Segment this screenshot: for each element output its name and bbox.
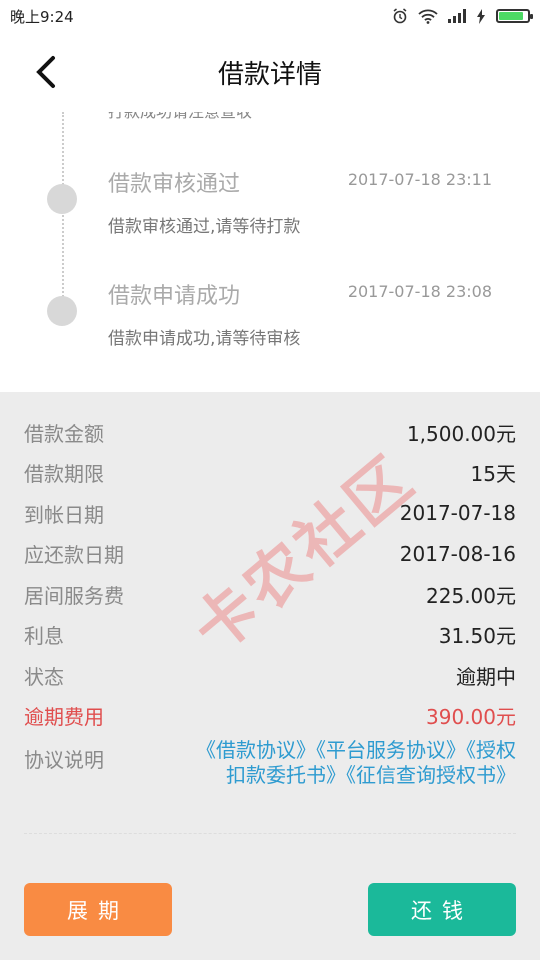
app-header: 借款详情 — [0, 32, 540, 112]
wifi-icon — [418, 9, 438, 24]
timeline-dot — [47, 296, 77, 326]
timeline-item: 借款审核通过 2017-07-18 23:11 借款审核通过,请等待打款 — [0, 152, 540, 252]
battery-icon — [496, 9, 533, 23]
status-bar: 晚上9:24 — [0, 0, 540, 32]
detail-label: 逾期费用 — [24, 705, 104, 730]
detail-value: 31.50元 — [438, 624, 516, 649]
timeline-item-time: 2017-07-18 23:11 — [347, 170, 492, 189]
detail-label: 到帐日期 — [24, 502, 104, 527]
detail-label: 借款期限 — [24, 462, 104, 487]
signal-icon — [448, 9, 466, 23]
detail-label: 状态 — [24, 664, 64, 689]
overdue-fee-value: 390.00元 — [426, 705, 516, 730]
detail-value: 1,500.00元 — [406, 421, 516, 446]
charging-icon — [477, 8, 485, 24]
detail-label: 居间服务费 — [24, 583, 124, 608]
back-button[interactable] — [26, 50, 66, 94]
detail-row-term: 借款期限 15天 — [24, 453, 516, 494]
detail-value: 2017-07-18 — [399, 501, 516, 526]
divider — [24, 833, 516, 834]
detail-row-overdue-fee: 逾期费用 390.00元 — [24, 696, 516, 737]
detail-value: 2017-08-16 — [399, 541, 516, 566]
detail-row-arrival-date: 到帐日期 2017-07-18 — [24, 493, 516, 534]
detail-row-status: 状态 逾期中 — [24, 655, 516, 696]
agreement-links: 《借款协议》《平台服务协议》《授权扣款委托书》《征信查询授权书》 — [196, 738, 516, 788]
status-time: 晚上9:24 — [10, 7, 74, 26]
timeline-item-desc: 借款申请成功,请等待审核 — [108, 329, 301, 349]
detail-row-interest: 利息 31.50元 — [24, 615, 516, 656]
detail-row-service-fee: 居间服务费 225.00元 — [24, 574, 516, 615]
timeline-partial-text: 打款成功请注意查收 — [108, 112, 252, 122]
timeline-item-title: 借款审核通过 — [108, 172, 241, 197]
loan-timeline: 打款成功请注意查收 借款审核通过 2017-07-18 23:11 借款审核通过… — [0, 112, 540, 392]
agreements-row: 协议说明 《借款协议》《平台服务协议》《授权扣款委托书》《征信查询授权书》 — [24, 738, 516, 788]
timeline-item-title: 借款申请成功 — [108, 284, 241, 309]
status-icons — [392, 8, 533, 24]
status-value: 逾期中 — [456, 664, 516, 689]
timeline-item-desc: 借款审核通过,请等待打款 — [108, 217, 301, 237]
detail-label: 借款金额 — [24, 421, 104, 446]
detail-row-due-date: 应还款日期 2017-08-16 — [24, 534, 516, 575]
detail-value: 225.00元 — [426, 583, 516, 608]
timeline-item: 借款申请成功 2017-07-18 23:08 借款申请成功,请等待审核 — [0, 264, 540, 364]
alarm-icon — [393, 8, 407, 24]
page-title: 借款详情 — [217, 59, 322, 90]
credit-inquiry-authorization-link[interactable]: 《征信查询授权书》 — [346, 763, 516, 787]
detail-label: 应还款日期 — [24, 543, 124, 568]
timeline-dot — [47, 184, 77, 214]
loan-agreement-link[interactable]: 《借款协议》 — [196, 738, 316, 762]
chevron-left-icon — [36, 56, 55, 88]
detail-label: 利息 — [24, 624, 64, 649]
agreements-label: 协议说明 — [24, 748, 104, 772]
extend-button[interactable]: 展期 — [24, 883, 172, 936]
loan-details: 借款金额 1,500.00元 借款期限 15天 到帐日期 2017-07-18 … — [0, 392, 540, 788]
repay-button[interactable]: 还钱 — [368, 883, 516, 936]
detail-value: 15天 — [470, 462, 516, 487]
timeline-item-time: 2017-07-18 23:08 — [347, 282, 492, 301]
platform-service-agreement-link[interactable]: 《平台服务协议》 — [316, 738, 466, 762]
detail-row-amount: 借款金额 1,500.00元 — [24, 412, 516, 453]
